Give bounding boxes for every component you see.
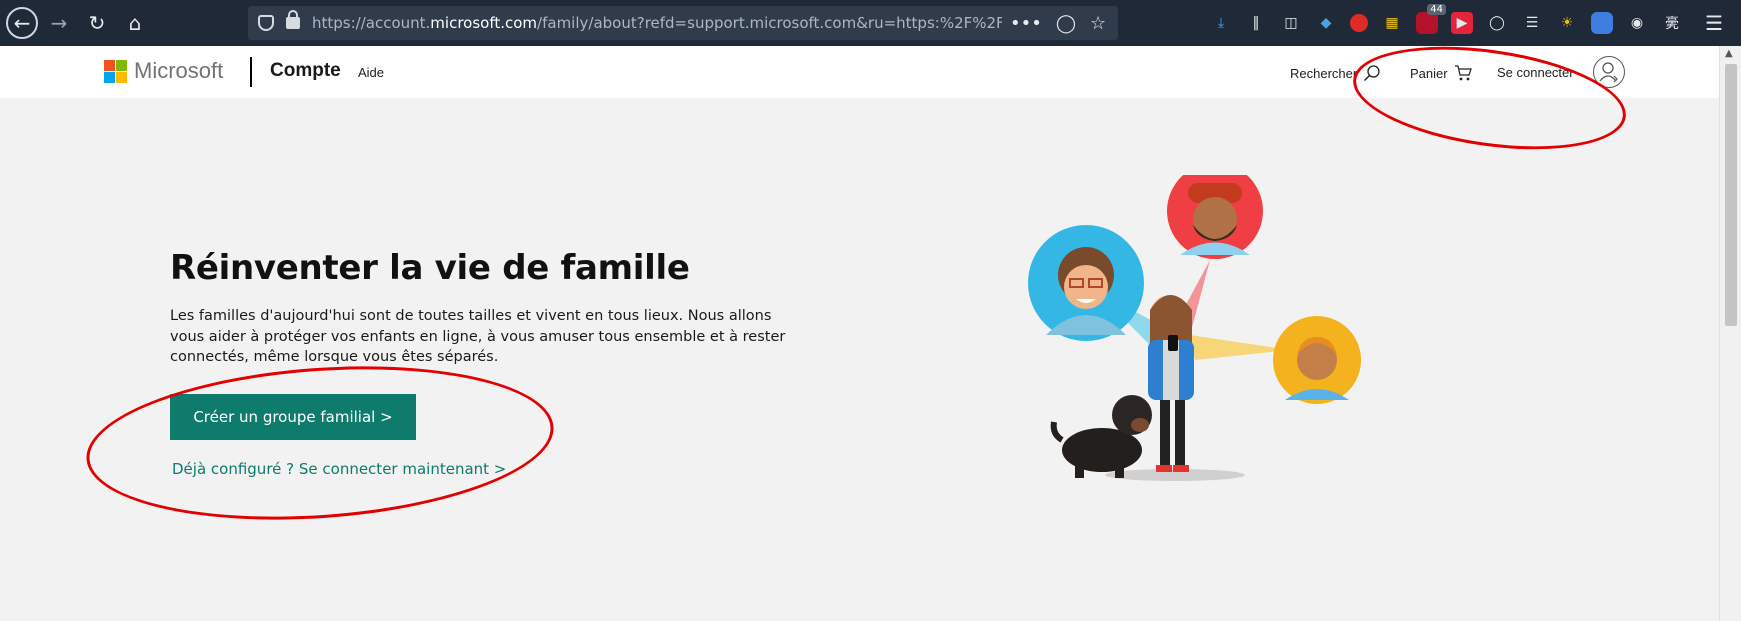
extension-blue-icon[interactable]: ◆ — [1315, 12, 1337, 34]
lock-icon[interactable] — [286, 10, 300, 29]
download-icon[interactable]: ⤓ — [1210, 12, 1232, 34]
microsoft-logo-icon[interactable] — [104, 60, 127, 83]
url-path: /family/about?refd=support.microsoft.com… — [537, 14, 1002, 32]
brand-divider — [250, 57, 252, 87]
brand-name[interactable]: Microsoft — [134, 58, 223, 84]
help-link[interactable]: Aide — [358, 65, 384, 80]
pocket-icon[interactable]: ◯ — [1056, 13, 1076, 34]
sidebar-icon[interactable]: ◫ — [1280, 12, 1302, 34]
scroll-thumb[interactable] — [1725, 64, 1737, 326]
bookmark-star-icon[interactable]: ☆ — [1090, 13, 1106, 34]
hero-description: Les familles d'aujourd'hui sont de toute… — [170, 308, 786, 365]
scroll-up-arrow-icon[interactable]: ▲ — [1725, 48, 1733, 59]
family-illustration — [1028, 175, 1361, 481]
extension-toolbar: ⤓ ‖ ◫ ◆ ▦ 44 ▶ ◯ ☰ ☀ ◉ 亴 — [1210, 0, 1683, 46]
ublock-icon[interactable]: 44 — [1416, 4, 1446, 34]
extension-circle-icon[interactable]: ◉ — [1626, 12, 1648, 34]
logo-square-blue — [104, 72, 115, 83]
page-scrollbar[interactable]: ▲ — [1719, 46, 1741, 621]
logo-square-yellow — [116, 72, 127, 83]
extension-translate-icon[interactable]: 亴 — [1661, 12, 1683, 34]
browser-toolbar: ← → ↻ ⌂ https://account.microsoft.com/fa… — [0, 0, 1741, 46]
section-title[interactable]: Compte — [270, 60, 341, 82]
library-icon[interactable]: ‖ — [1245, 12, 1267, 34]
home-icon[interactable]: ⌂ — [118, 6, 152, 40]
url-prefix: https://account. — [312, 14, 431, 32]
annotation-ellipse-cta — [81, 351, 559, 535]
extension-bluebox-icon[interactable] — [1591, 12, 1613, 34]
extension-sun-icon[interactable]: ☀ — [1556, 12, 1578, 34]
extension-red-square-icon[interactable]: ▶ — [1451, 12, 1473, 34]
logo-square-green — [116, 60, 127, 71]
reload-icon[interactable]: ↻ — [80, 6, 114, 40]
page-actions-button[interactable]: ••• — [1010, 13, 1042, 34]
tracking-shield-icon[interactable] — [258, 15, 274, 31]
url-text: https://account.microsoft.com/family/abo… — [312, 14, 1002, 32]
extension-red-circle-icon[interactable] — [1350, 14, 1368, 32]
address-bar[interactable]: https://account.microsoft.com/family/abo… — [248, 6, 1118, 40]
logo-square-red — [104, 60, 115, 71]
ublock-badge: 44 — [1427, 4, 1446, 15]
url-actions: ••• ◯ ☆ — [1010, 13, 1106, 34]
hero-title: Réinventer la vie de famille — [170, 248, 690, 288]
hamburger-menu-icon[interactable]: ☰ — [1705, 11, 1723, 35]
url-domain: microsoft.com — [430, 14, 538, 32]
forward-arrow-icon[interactable]: → — [42, 6, 76, 40]
extension-bars-icon[interactable]: ☰ — [1521, 12, 1543, 34]
back-arrow-icon[interactable]: ← — [6, 7, 38, 39]
extension-equalizer-icon[interactable]: ▦ — [1381, 12, 1403, 34]
search-label: Rechercher — [1290, 65, 1358, 81]
extension-drop-icon[interactable]: ◯ — [1486, 12, 1508, 34]
